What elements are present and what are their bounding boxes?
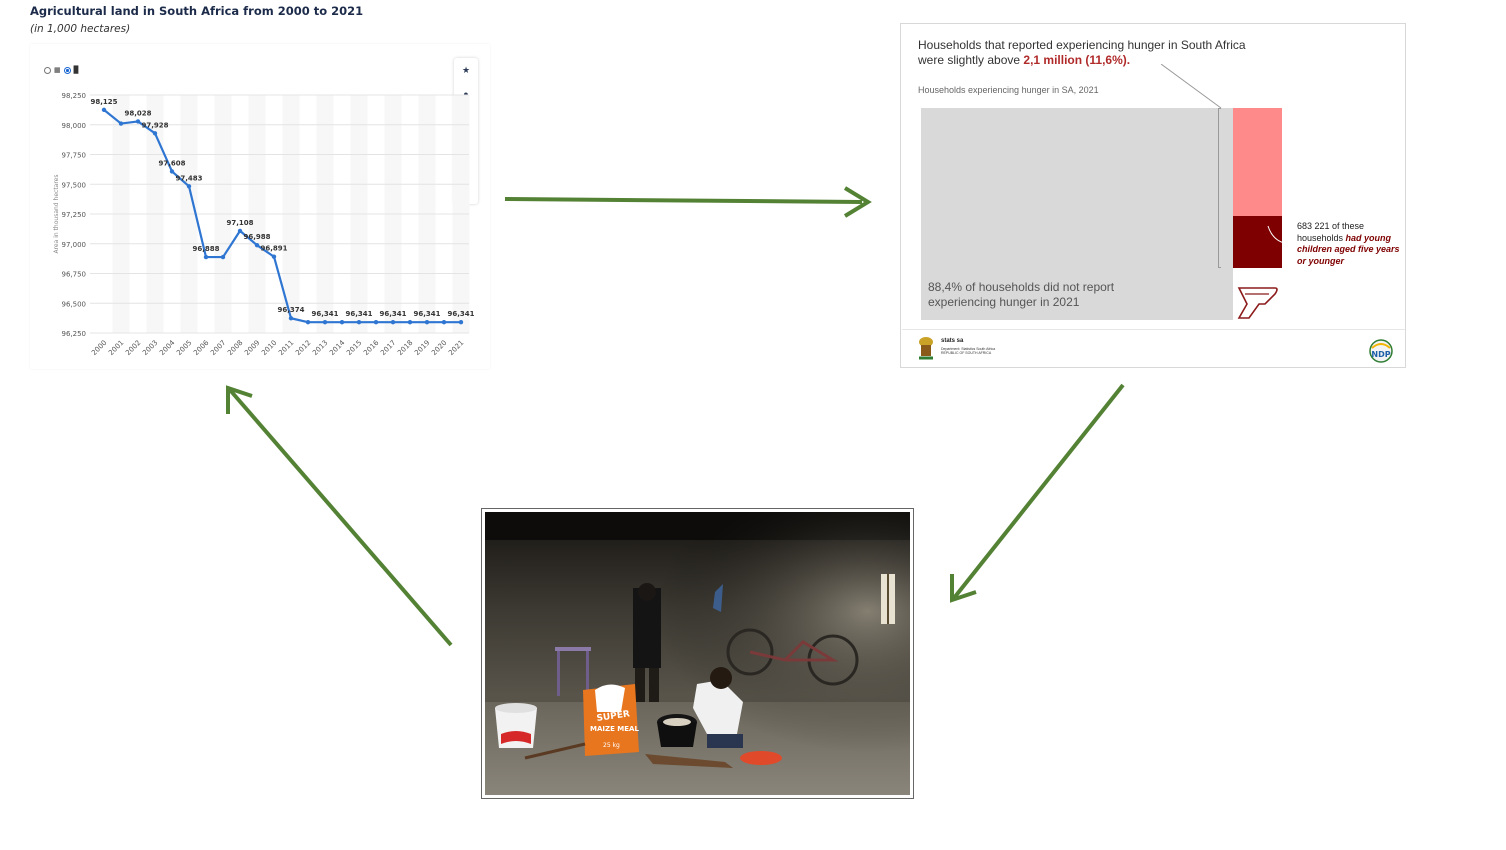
arrow-up-left (226, 385, 453, 647)
arrow-right (504, 186, 872, 218)
cycle-arrows (226, 186, 1125, 647)
arrow-down-left (950, 383, 1125, 603)
